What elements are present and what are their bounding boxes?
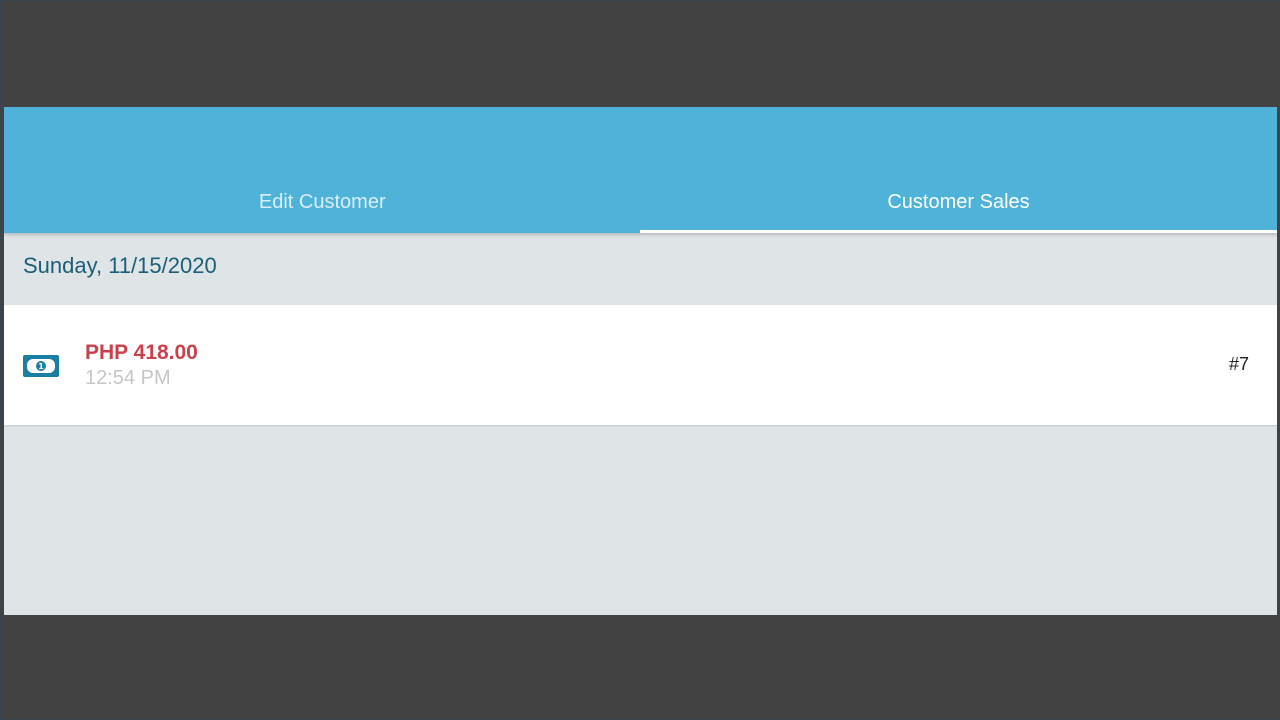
app-frame: Edit Customer Customer Sales Sunday, 11/…	[0, 0, 1280, 720]
cash-icon: 1	[23, 355, 59, 377]
receipt-number: #7	[1228, 354, 1249, 374]
tab-edit-customer[interactable]: Edit Customer	[4, 107, 641, 233]
sale-list-item[interactable]: 1 PHP 418.00 12:54 PM #7	[4, 305, 1277, 425]
tab-customer-sales[interactable]: Customer Sales	[640, 107, 1277, 233]
svg-text:1: 1	[38, 362, 44, 371]
customer-dialog: Edit Customer Customer Sales Sunday, 11/…	[4, 107, 1277, 615]
tab-edit-customer-label: Edit Customer	[258, 191, 386, 213]
tab-bar: Edit Customer Customer Sales	[4, 107, 1277, 233]
sale-time: 12:54 PM	[85, 367, 171, 389]
tab-customer-sales-label: Customer Sales	[887, 191, 1030, 213]
active-tab-indicator	[640, 230, 1277, 233]
sales-date-header: Sunday, 11/15/2020	[23, 253, 217, 278]
sale-amount: PHP 418.00	[85, 341, 198, 364]
